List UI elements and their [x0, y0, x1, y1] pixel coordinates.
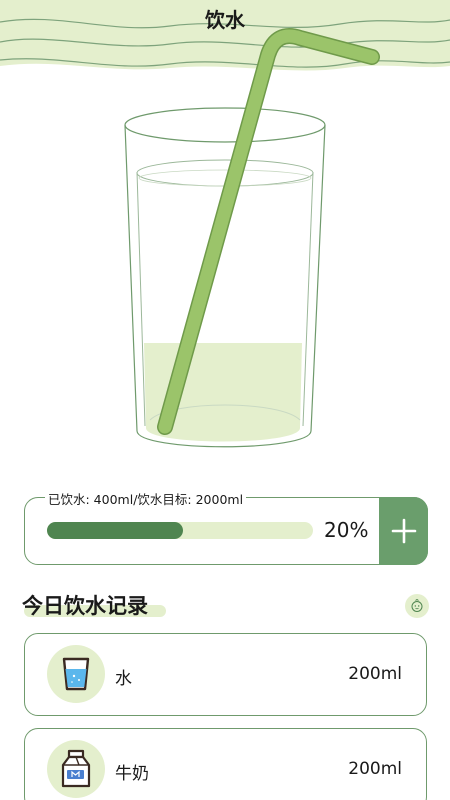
records-section-header: 今日饮水记录: [22, 590, 166, 620]
face-icon[interactable]: [405, 594, 429, 618]
glass: [124, 107, 326, 448]
plus-icon: [391, 518, 416, 544]
drink-progress-card: 已饮水: 400ml/饮水目标: 2000ml 20%: [24, 489, 428, 565]
progress-fill: [47, 522, 183, 539]
record-name: 水: [115, 669, 132, 689]
record-item-milk[interactable]: 牛奶 200ml: [24, 728, 427, 800]
water-cup-icon: [62, 657, 90, 691]
add-water-button[interactable]: [379, 497, 428, 565]
water-icon-bg: [47, 645, 105, 703]
milk-icon-bg: [47, 740, 105, 798]
progress-legend: 已饮水: 400ml/饮水目标: 2000ml: [45, 489, 247, 508]
record-name: 牛奶: [115, 764, 149, 784]
record-amount: 200ml: [348, 759, 402, 779]
glass-illustration: [124, 28, 380, 448]
record-amount: 200ml: [348, 664, 402, 684]
progress-percent: 20%: [324, 518, 369, 542]
milk-carton-icon: [61, 749, 91, 788]
record-item-water[interactable]: 水 200ml: [24, 633, 427, 716]
progress-track: [47, 522, 313, 539]
section-title: 今日饮水记录: [22, 594, 148, 618]
